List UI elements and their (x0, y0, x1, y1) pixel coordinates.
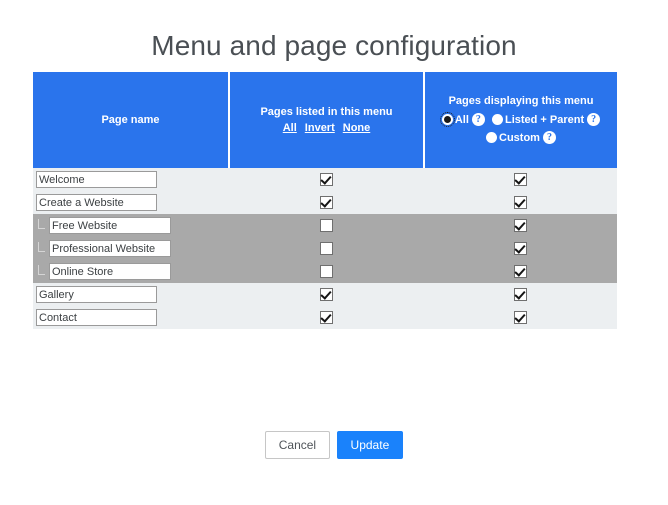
table-row (33, 237, 617, 260)
display-mode-option-listed-parent[interactable]: Listed + Parent? (491, 111, 601, 127)
page-name-cell (33, 237, 229, 260)
listed-checkbox-cell (229, 260, 424, 283)
page-name-input[interactable] (49, 240, 171, 257)
displaying-checkbox[interactable] (514, 310, 527, 324)
help-icon-all[interactable]: ? (471, 113, 485, 126)
page-name-input[interactable] (49, 263, 171, 280)
display-mode-option-all[interactable]: All? (439, 111, 485, 127)
listed-checkbox-cell (229, 306, 424, 329)
page-name-cell (33, 283, 229, 306)
page-name-input[interactable] (36, 194, 157, 211)
display-mode-radio-row-2: Custom? (429, 130, 613, 146)
table-row (33, 168, 617, 191)
listed-checkbox[interactable] (320, 218, 333, 232)
pages-listed-title: Pages listed in this menu (260, 105, 393, 118)
displaying-checkbox-cell (424, 237, 617, 260)
radio-listed-parent-label: Listed + Parent (504, 113, 585, 126)
page-name-input[interactable] (36, 171, 157, 188)
column-header-page-name: Page name (33, 72, 230, 168)
tree-branch-icon (36, 265, 47, 278)
page-name-cell (33, 306, 229, 329)
footer-actions: Cancel Update (0, 431, 668, 459)
page-root: Menu and page configuration Page name Pa… (0, 0, 668, 505)
tree-branch-icon (36, 219, 47, 232)
displaying-checkbox[interactable] (514, 264, 527, 278)
displaying-checkbox-cell (424, 260, 617, 283)
displaying-checkbox[interactable] (514, 172, 527, 186)
column-header-pages-displaying: Pages displaying this menu All? Listed +… (423, 72, 617, 168)
page-name-cell (33, 191, 229, 214)
table-row (33, 260, 617, 283)
listed-checkbox[interactable] (320, 287, 333, 301)
displaying-checkbox-cell (424, 168, 617, 191)
listed-checkbox-cell (229, 168, 424, 191)
listed-checkbox[interactable] (320, 172, 333, 186)
listed-checkbox[interactable] (320, 195, 333, 209)
displaying-checkbox-cell (424, 306, 617, 329)
displaying-checkbox-cell (424, 283, 617, 306)
displaying-checkbox-cell (424, 214, 617, 237)
select-all-link[interactable]: All (283, 122, 297, 134)
radio-custom[interactable] (486, 132, 498, 144)
listed-checkbox-cell (229, 237, 424, 260)
page-name-title: Page name (101, 113, 160, 126)
pages-displaying-title: Pages displaying this menu (448, 95, 594, 108)
displaying-checkbox[interactable] (514, 218, 527, 232)
cancel-button[interactable]: Cancel (264, 431, 331, 459)
displaying-checkbox[interactable] (514, 195, 527, 209)
menu-page-configuration-table: Page name Pages listed in this menu All I… (33, 72, 617, 329)
listed-checkbox[interactable] (320, 264, 333, 278)
radio-custom-label: Custom (499, 131, 540, 144)
displaying-checkbox-cell (424, 191, 617, 214)
column-header-pages-listed: Pages listed in this menu All Invert None (228, 72, 425, 168)
listed-checkbox[interactable] (320, 310, 333, 324)
listed-checkbox[interactable] (320, 241, 333, 255)
table-body (33, 168, 617, 329)
listed-checkbox-cell (229, 191, 424, 214)
table-header: Page name Pages listed in this menu All I… (33, 72, 617, 168)
table-row (33, 306, 617, 329)
page-name-cell (33, 260, 229, 283)
page-name-input[interactable] (36, 309, 157, 326)
table-row (33, 191, 617, 214)
page-name-cell (33, 168, 229, 191)
update-button[interactable]: Update (336, 431, 404, 459)
page-name-input[interactable] (49, 217, 171, 234)
radio-all[interactable] (439, 112, 455, 127)
page-name-input[interactable] (36, 286, 157, 303)
displaying-checkbox[interactable] (514, 287, 527, 301)
select-invert-link[interactable]: Invert (305, 122, 335, 134)
help-icon-listed-parent[interactable]: ? (587, 113, 601, 126)
radio-all-label: All (454, 113, 469, 126)
radio-listed-parent[interactable] (491, 114, 503, 125)
display-mode-option-custom[interactable]: Custom? (486, 130, 556, 146)
table-row (33, 283, 617, 306)
select-none-link[interactable]: None (343, 122, 371, 134)
listed-checkbox-cell (229, 283, 424, 306)
page-title: Menu and page configuration (151, 30, 517, 61)
displaying-checkbox[interactable] (514, 241, 527, 255)
bulk-select-links: All Invert None (234, 121, 419, 136)
help-icon-custom[interactable]: ? (542, 131, 556, 145)
page-name-cell (33, 214, 229, 237)
table-row (33, 214, 617, 237)
listed-checkbox-cell (229, 214, 424, 237)
display-mode-radio-row-1: All? Listed + Parent? (429, 111, 613, 127)
tree-branch-icon (36, 242, 47, 255)
